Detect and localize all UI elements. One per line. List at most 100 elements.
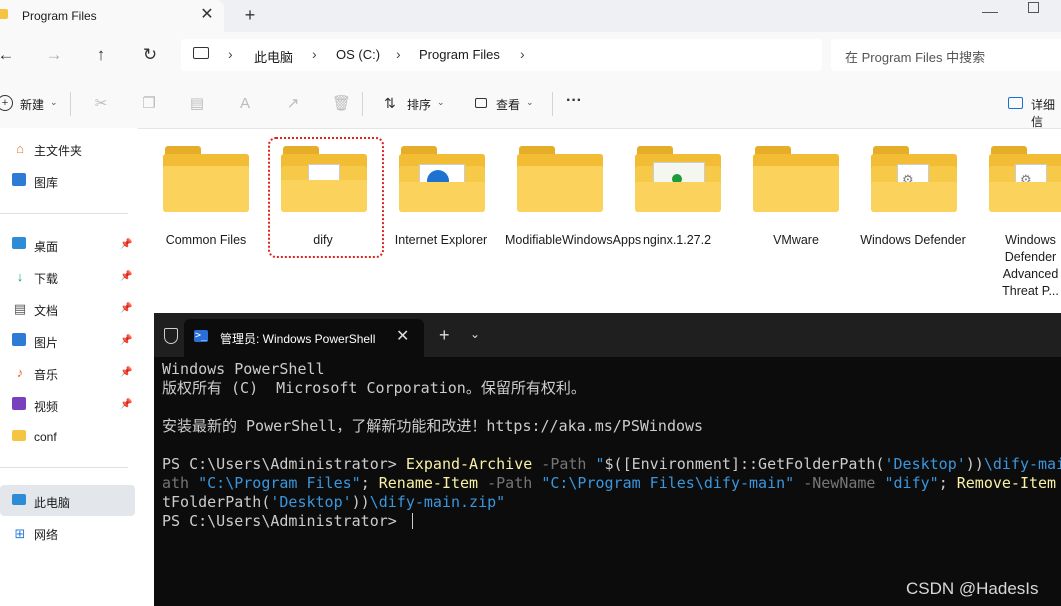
- expression: )): [965, 455, 984, 473]
- new-tab-button[interactable]: +: [439, 325, 450, 346]
- toolbar-divider: [552, 92, 553, 116]
- pin-icon[interactable]: 📌: [120, 239, 132, 250]
- cmdlet: Expand-Archive: [405, 455, 533, 473]
- chevron-down-icon[interactable]: ⌄: [50, 97, 58, 108]
- sidebar-item-pictures[interactable]: 图片: [34, 334, 58, 351]
- terminal-command-line: ath "C:\Program Files"; Rename-Item -Pat…: [162, 474, 1061, 493]
- terminal-prompt-line[interactable]: PS C:\Users\Administrator>: [162, 512, 413, 531]
- cmdlet: Rename-Item: [378, 474, 479, 492]
- watermark: CSDN @HadesIs: [906, 579, 1039, 598]
- pin-icon[interactable]: 📌: [120, 399, 132, 410]
- text-cursor: [411, 513, 413, 529]
- share-icon[interactable]: ↗: [284, 95, 302, 113]
- terminal-command-line: tFolderPath('Desktop'))\dify-main.zip": [162, 493, 505, 512]
- pin-icon[interactable]: 📌: [120, 303, 132, 314]
- toolbar-divider: [70, 92, 71, 116]
- sidebar-item-videos[interactable]: 视频: [34, 398, 58, 415]
- highlight-outline: [268, 137, 384, 258]
- sidebar-item-this-pc[interactable]: 此电脑: [34, 494, 70, 511]
- chevron-right-icon[interactable]: ›: [312, 46, 317, 62]
- sidebar-item-music[interactable]: 音乐: [34, 366, 58, 383]
- parameter: -Path: [532, 455, 596, 473]
- folder-icon: [12, 430, 26, 441]
- terminal-command-line: PS C:\Users\Administrator> Expand-Archiv…: [162, 455, 1061, 474]
- folder-item[interactable]: [753, 146, 839, 216]
- sort-icon[interactable]: ⇅: [384, 95, 396, 112]
- music-icon: ♪: [16, 365, 24, 380]
- separator: ;: [938, 474, 957, 492]
- expression: $([Environment]::GetFolderPath(: [604, 455, 885, 473]
- this-pc-icon: [12, 494, 26, 505]
- chevron-right-icon[interactable]: ›: [396, 46, 401, 62]
- string: 'Desktop': [884, 455, 966, 473]
- folder-item[interactable]: [399, 146, 485, 216]
- new-button[interactable]: 新建: [20, 96, 44, 113]
- close-icon[interactable]: ✕: [396, 326, 409, 346]
- breadcrumb-this-pc[interactable]: 此电脑: [254, 47, 293, 66]
- folder-label: Internet Explorer: [394, 233, 488, 247]
- maximize-icon[interactable]: [1028, 2, 1039, 13]
- string: \dify-main.zip": [369, 493, 506, 511]
- network-icon: ⊞: [14, 526, 26, 541]
- forward-icon[interactable]: →: [43, 44, 65, 66]
- sidebar-item-gallery[interactable]: 图库: [34, 174, 58, 191]
- search-input[interactable]: 在 Program Files 中搜索: [845, 47, 985, 66]
- folder-label: Common Files: [165, 233, 247, 247]
- details-pane-icon[interactable]: [1008, 97, 1023, 109]
- pin-icon[interactable]: 📌: [120, 367, 132, 378]
- terminal-tab-title: 管理员: Windows PowerShell: [220, 332, 376, 346]
- pin-icon[interactable]: 📌: [120, 271, 132, 282]
- rename-icon[interactable]: A: [236, 95, 254, 113]
- view-icon[interactable]: [475, 98, 487, 108]
- separator: ;: [360, 474, 379, 492]
- folder-item[interactable]: [163, 146, 249, 216]
- breadcrumb-os-c[interactable]: OS (C:): [336, 47, 380, 62]
- string: "C:\Program Files\dify-main": [541, 474, 795, 492]
- sidebar-item-desktop[interactable]: 桌面: [34, 238, 58, 255]
- chevron-down-icon[interactable]: ⌄: [526, 97, 534, 108]
- pin-icon[interactable]: 📌: [120, 335, 132, 346]
- expression: )): [351, 493, 370, 511]
- sidebar-item-home[interactable]: 主文件夹: [34, 142, 82, 159]
- more-options-button[interactable]: ···: [566, 92, 582, 110]
- chevron-down-icon[interactable]: ⌄: [437, 97, 445, 108]
- paste-icon[interactable]: ▤: [188, 95, 206, 113]
- folder-label: Windows Defender: [860, 233, 966, 247]
- videos-icon: [12, 397, 26, 410]
- home-icon: ⌂: [16, 141, 24, 156]
- folder-item[interactable]: ⚙: [871, 146, 957, 216]
- sidebar-item-documents[interactable]: 文档: [34, 302, 58, 319]
- string: \dify-mai: [983, 455, 1061, 473]
- folder-icon: [0, 9, 8, 19]
- refresh-icon[interactable]: ↻: [139, 44, 161, 66]
- cmdlet: Remove-Item: [956, 474, 1057, 492]
- back-icon[interactable]: ←: [0, 44, 17, 66]
- details-button[interactable]: 详细信: [1031, 96, 1061, 130]
- delete-icon[interactable]: 🗑: [332, 95, 351, 113]
- cut-icon[interactable]: ✂: [92, 95, 110, 113]
- copy-icon[interactable]: ❐: [140, 95, 158, 113]
- string: ": [595, 455, 605, 473]
- prompt: PS C:\Users\Administrator>: [162, 455, 406, 473]
- folder-item[interactable]: [635, 146, 721, 216]
- sidebar-divider: [0, 213, 128, 214]
- chevron-down-icon[interactable]: ⌄: [470, 327, 480, 341]
- close-tab-icon[interactable]: ✕: [198, 5, 216, 25]
- folder-item[interactable]: ⚙: [989, 146, 1061, 216]
- expression: tFolderPath(: [162, 493, 271, 511]
- new-tab-button[interactable]: +: [241, 5, 259, 25]
- view-button[interactable]: 查看: [496, 96, 520, 113]
- breadcrumb-program-files[interactable]: Program Files: [419, 47, 500, 62]
- up-icon[interactable]: ↑: [90, 44, 112, 66]
- chevron-right-icon[interactable]: ›: [520, 46, 525, 62]
- sort-button[interactable]: 排序: [407, 96, 431, 113]
- sidebar-item-conf[interactable]: conf: [34, 430, 57, 444]
- sidebar-item-network[interactable]: 网络: [34, 526, 58, 543]
- chevron-right-icon[interactable]: ›: [228, 46, 233, 62]
- sidebar-item-downloads[interactable]: 下载: [34, 270, 58, 287]
- minimize-icon[interactable]: [982, 4, 998, 13]
- prompt: PS C:\Users\Administrator>: [162, 512, 406, 530]
- folder-item[interactable]: [517, 146, 603, 216]
- toolbar-divider: [362, 92, 363, 116]
- parameter: -Path: [478, 474, 542, 492]
